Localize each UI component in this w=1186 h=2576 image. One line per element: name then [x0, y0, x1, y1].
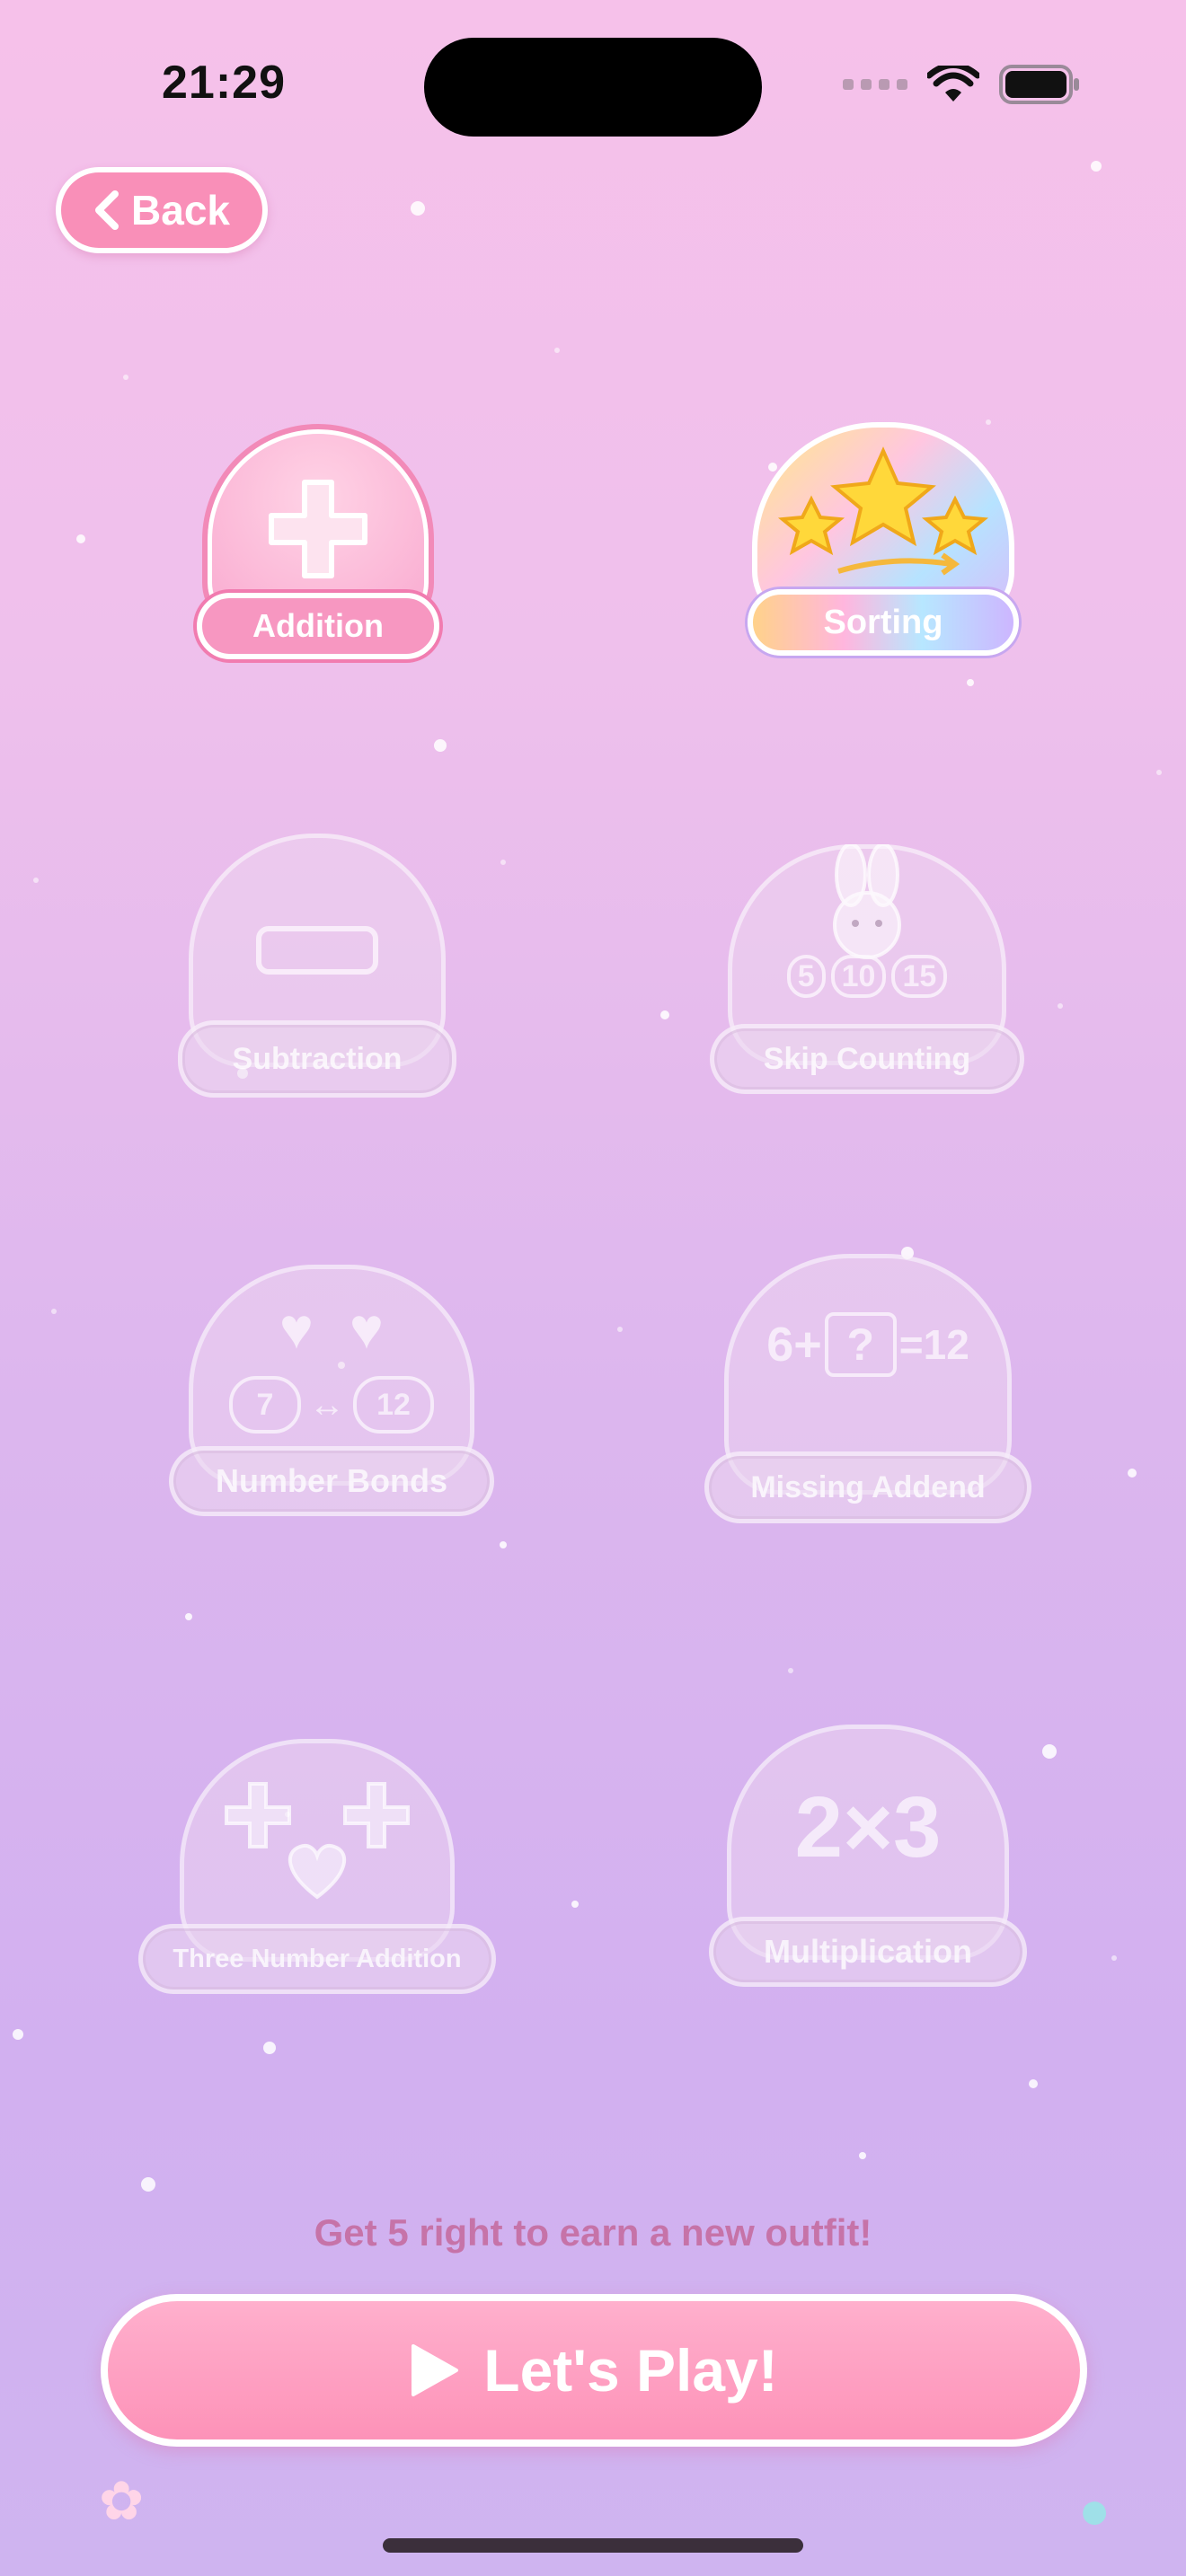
bond-number: 7	[229, 1376, 301, 1434]
game-label-number-bonds: Number Bonds	[169, 1446, 494, 1516]
play-button[interactable]: Let's Play!	[101, 2294, 1087, 2447]
game-skip-counting[interactable]: 5 10 15 Skip Counting	[710, 844, 1024, 1096]
game-subtraction[interactable]: Subtraction	[178, 834, 456, 1103]
back-button[interactable]: Back	[56, 167, 268, 253]
question-box: ?	[824, 1312, 897, 1377]
bunny-icon	[833, 844, 901, 959]
game-label-sorting: Sorting	[748, 589, 1019, 656]
heart-icon: ♥	[279, 1296, 314, 1361]
minus-icon	[256, 926, 378, 975]
game-sorting[interactable]: Sorting	[748, 422, 1019, 657]
plus-icon	[269, 480, 367, 578]
reward-hint: Get 5 right to earn a new outfit!	[314, 2211, 872, 2254]
dynamic-island	[424, 38, 762, 137]
chevron-left-icon	[95, 190, 119, 230]
game-label-three-number-addition: Three Number Addition	[138, 1924, 496, 1994]
game-missing-addend[interactable]: 6+ ? =12 Missing Addend	[704, 1254, 1031, 1527]
game-label-skip-counting: Skip Counting	[710, 1024, 1024, 1094]
game-multiplication[interactable]: 2×3 Multiplication	[706, 1725, 1030, 1990]
multiplication-expression: 2×3	[794, 1779, 942, 1875]
wifi-icon	[927, 66, 979, 101]
home-indicator	[383, 2538, 803, 2553]
game-label-multiplication: Multiplication	[709, 1917, 1027, 1987]
game-label-addition: Addition	[197, 593, 439, 659]
play-label: Let's Play!	[483, 2337, 778, 2404]
skip-number: 15	[891, 955, 948, 998]
battery-icon	[999, 65, 1079, 104]
bond-arrow: ↔	[309, 1384, 345, 1425]
back-label: Back	[131, 187, 230, 234]
flower-decoration: ✿	[99, 2471, 145, 2531]
bond-number: 12	[353, 1376, 434, 1434]
stars-icon	[777, 446, 989, 576]
game-label-subtraction: Subtraction	[178, 1020, 456, 1098]
status-icons	[843, 65, 1080, 104]
status-time: 21:29	[162, 57, 286, 109]
addend-right: =12	[898, 1321, 969, 1368]
skip-number: 5	[786, 955, 826, 998]
game-number-bonds[interactable]: ♥ ♥ 7 ↔ 12 Number Bonds	[169, 1265, 494, 1520]
heart-icon: ♥	[350, 1296, 384, 1361]
game-label-missing-addend: Missing Addend	[704, 1451, 1031, 1523]
signal-icon	[843, 79, 907, 90]
plus-heart-icon	[225, 1782, 410, 1900]
addend-left: 6+	[766, 1318, 822, 1372]
game-addition[interactable]: Addition	[190, 424, 446, 668]
skip-number: 10	[830, 955, 887, 998]
flower-decoration: ●	[1078, 2480, 1111, 2540]
play-icon	[412, 2344, 459, 2396]
game-three-number-addition[interactable]: Three Number Addition	[138, 1739, 496, 1996]
